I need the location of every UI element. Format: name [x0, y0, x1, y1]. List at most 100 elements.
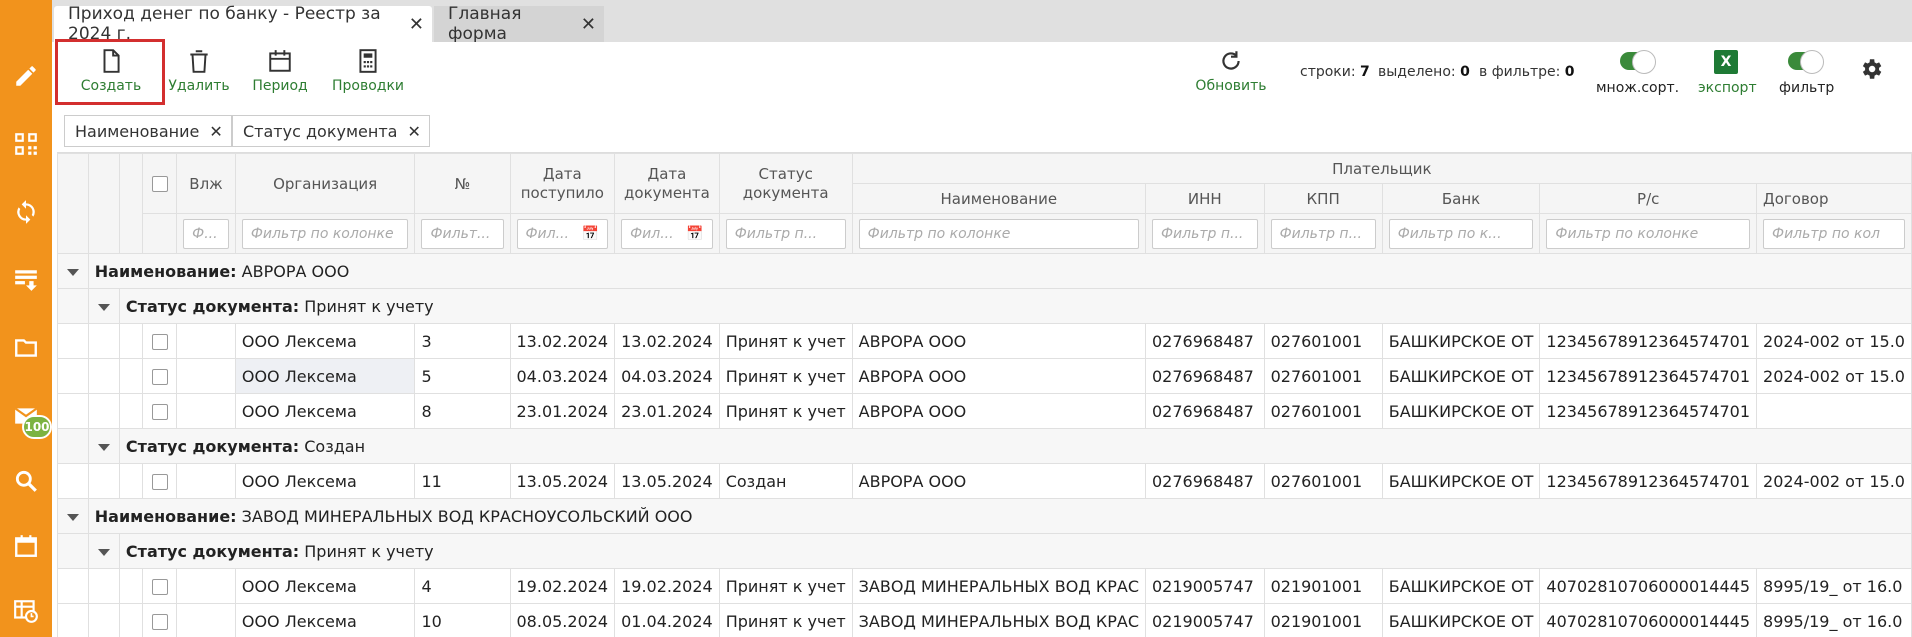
cell-date-received[interactable]: 04.03.2024	[509, 358, 616, 394]
cell-kpp[interactable]: 027601001	[1263, 463, 1383, 499]
cell-name[interactable]: ЗАВОД МИНЕРАЛЬНЫХ ВОД КРАС	[851, 568, 1147, 604]
filter-input-date-received[interactable]: Фил... 📅	[516, 218, 609, 249]
calendar-icon[interactable]	[0, 526, 52, 566]
list-download-icon[interactable]	[0, 260, 52, 300]
group-row-status[interactable]: Статус документа: Принят к учету	[57, 288, 1912, 324]
table-row[interactable]: ООО Лексема 4 19.02.2024 19.02.2024 Принят к…	[57, 568, 1912, 604]
cell-contract[interactable]: 2024-002 от 15.0	[1756, 358, 1912, 394]
filter-input-name[interactable]: Фильтр по колонке	[858, 218, 1139, 249]
cell-status[interactable]: Принят к учет	[718, 358, 853, 394]
col-header-status[interactable]: Статус документа	[718, 153, 853, 214]
chevron-down-icon[interactable]	[66, 268, 79, 276]
table-row[interactable]: ООО Лексема 11 13.05.2024 13.05.2024 Создан А…	[57, 463, 1912, 499]
cell-org[interactable]: ООО Лексема	[234, 358, 416, 394]
cell-contract[interactable]	[1756, 393, 1912, 429]
cell-org[interactable]: ООО Лексема	[234, 463, 416, 499]
filter-input-date-doc[interactable]: Фил... 📅	[621, 218, 713, 249]
cell-inn[interactable]: 0276968487	[1145, 463, 1265, 499]
cell-date-doc[interactable]: 13.02.2024	[614, 323, 720, 359]
col-header-num[interactable]: №	[414, 153, 511, 214]
cell-account[interactable]: 40702810706000014445	[1539, 568, 1758, 604]
group-row-status[interactable]: Статус документа: Создан	[57, 428, 1912, 464]
delete-button[interactable]: Удалить	[164, 48, 234, 104]
search-icon[interactable]	[0, 461, 52, 501]
cell-status[interactable]: Принят к учет	[718, 323, 853, 359]
table-row[interactable]: ООО Лексема 3 13.02.2024 13.02.2024 Принят к…	[57, 323, 1912, 359]
cell-bank[interactable]: БАШКИРСКОЕ ОТ	[1381, 358, 1541, 394]
cell-bank[interactable]: БАШКИРСКОЕ ОТ	[1381, 603, 1541, 637]
cell-inn[interactable]: 0276968487	[1145, 393, 1265, 429]
row-checkbox[interactable]	[151, 579, 168, 595]
cell-bank[interactable]: БАШКИРСКОЕ ОТ	[1381, 463, 1541, 499]
cell-date-doc[interactable]: 13.05.2024	[614, 463, 720, 499]
cell-inn[interactable]: 0276968487	[1145, 358, 1265, 394]
group-expander[interactable]	[57, 253, 89, 289]
cell-date-received[interactable]: 13.05.2024	[509, 463, 616, 499]
cell-contract[interactable]: 2024-002 от 15.0	[1756, 323, 1912, 359]
sync-icon[interactable]	[0, 192, 52, 232]
tab-main-form[interactable]: Главная форма ✕	[434, 4, 604, 44]
cell-date-doc[interactable]: 19.02.2024	[614, 568, 720, 604]
cell-bank[interactable]: БАШКИРСКОЕ ОТ	[1381, 393, 1541, 429]
filter-input-num[interactable]: Фильт...	[421, 218, 504, 249]
cell-status[interactable]: Создан	[718, 463, 853, 499]
col-header-date-received[interactable]: Дата поступило	[509, 153, 616, 214]
pencil-icon[interactable]	[0, 56, 52, 96]
tab-bank-receipts[interactable]: Приход денег по банку - Реестр за 2024 г…	[54, 4, 432, 44]
cell-num[interactable]: 4	[414, 568, 511, 604]
col-header-kpp[interactable]: КПП	[1263, 183, 1383, 214]
filter-input-kpp[interactable]: Фильтр п...	[1270, 218, 1376, 249]
cell-bank[interactable]: БАШКИРСКОЕ ОТ	[1381, 568, 1541, 604]
filter-input-org[interactable]: Фильтр по колонке	[241, 218, 409, 249]
cell-num[interactable]: 5	[414, 358, 511, 394]
cell-contract[interactable]: 8995/19_ от 16.0	[1756, 603, 1912, 637]
cell-name[interactable]: АВРОРА ООО	[851, 393, 1147, 429]
filter-input-contract[interactable]: Фильтр по кол	[1763, 218, 1905, 249]
cell-kpp[interactable]: 027601001	[1263, 393, 1383, 429]
cell-org[interactable]: ООО Лексема	[234, 568, 416, 604]
cell-vlzh[interactable]	[176, 568, 236, 604]
row-checkbox[interactable]	[151, 614, 168, 630]
chevron-down-icon[interactable]	[97, 548, 110, 556]
close-icon[interactable]: ✕	[409, 14, 424, 35]
cell-date-doc[interactable]: 23.01.2024	[614, 393, 720, 429]
cell-account[interactable]: 12345678912364574701	[1539, 393, 1758, 429]
cell-org[interactable]: ООО Лексема	[234, 393, 416, 429]
row-checkbox[interactable]	[151, 334, 168, 350]
col-header-bank[interactable]: Банк	[1381, 183, 1541, 214]
filter-input-inn[interactable]: Фильтр п...	[1152, 218, 1258, 249]
create-button[interactable]: Создать	[76, 48, 146, 104]
close-icon[interactable]: ✕	[209, 122, 222, 141]
cell-vlzh[interactable]	[176, 463, 236, 499]
group-row-name[interactable]: Наименование: ЗАВОД МИНЕРАЛЬНЫХ ВОД КРАС…	[57, 498, 1912, 534]
cell-kpp[interactable]: 027601001	[1263, 358, 1383, 394]
col-header-date-doc[interactable]: Дата документа	[614, 153, 720, 214]
gear-icon[interactable]	[1858, 56, 1884, 86]
chevron-down-icon[interactable]	[97, 443, 110, 451]
cell-bank[interactable]: БАШКИРСКОЕ ОТ	[1381, 323, 1541, 359]
group-expander[interactable]	[87, 288, 120, 324]
cell-name[interactable]: АВРОРА ООО	[851, 463, 1147, 499]
multisort-toggle[interactable]	[1620, 50, 1656, 74]
col-header-org[interactable]: Организация	[234, 153, 416, 214]
cell-vlzh[interactable]	[176, 603, 236, 637]
cell-contract[interactable]: 8995/19_ от 16.0	[1756, 568, 1912, 604]
cell-date-received[interactable]: 13.02.2024	[509, 323, 616, 359]
cell-vlzh[interactable]	[176, 393, 236, 429]
select-all-checkbox[interactable]	[151, 176, 168, 192]
cell-date-doc[interactable]: 01.04.2024	[614, 603, 720, 637]
chevron-down-icon[interactable]	[66, 513, 79, 521]
cell-date-received[interactable]: 19.02.2024	[509, 568, 616, 604]
filter-input-account[interactable]: Фильтр по колонке	[1546, 218, 1751, 249]
calendar-icon[interactable]: 📅	[686, 226, 703, 242]
cell-account[interactable]: 12345678912364574701	[1539, 463, 1758, 499]
cell-vlzh[interactable]	[176, 358, 236, 394]
cell-num[interactable]: 10	[414, 603, 511, 637]
cell-name[interactable]: АВРОРА ООО	[851, 323, 1147, 359]
cell-contract[interactable]: 2024-002 от 15.0	[1756, 463, 1912, 499]
refresh-button[interactable]: Обновить	[1186, 48, 1276, 104]
cell-status[interactable]: Принят к учет	[718, 568, 853, 604]
table-row[interactable]: ООО Лексема 8 23.01.2024 23.01.2024 Принят к…	[57, 393, 1912, 429]
filter-input-status[interactable]: Фильтр п...	[725, 218, 846, 249]
cell-inn[interactable]: 0276968487	[1145, 323, 1265, 359]
